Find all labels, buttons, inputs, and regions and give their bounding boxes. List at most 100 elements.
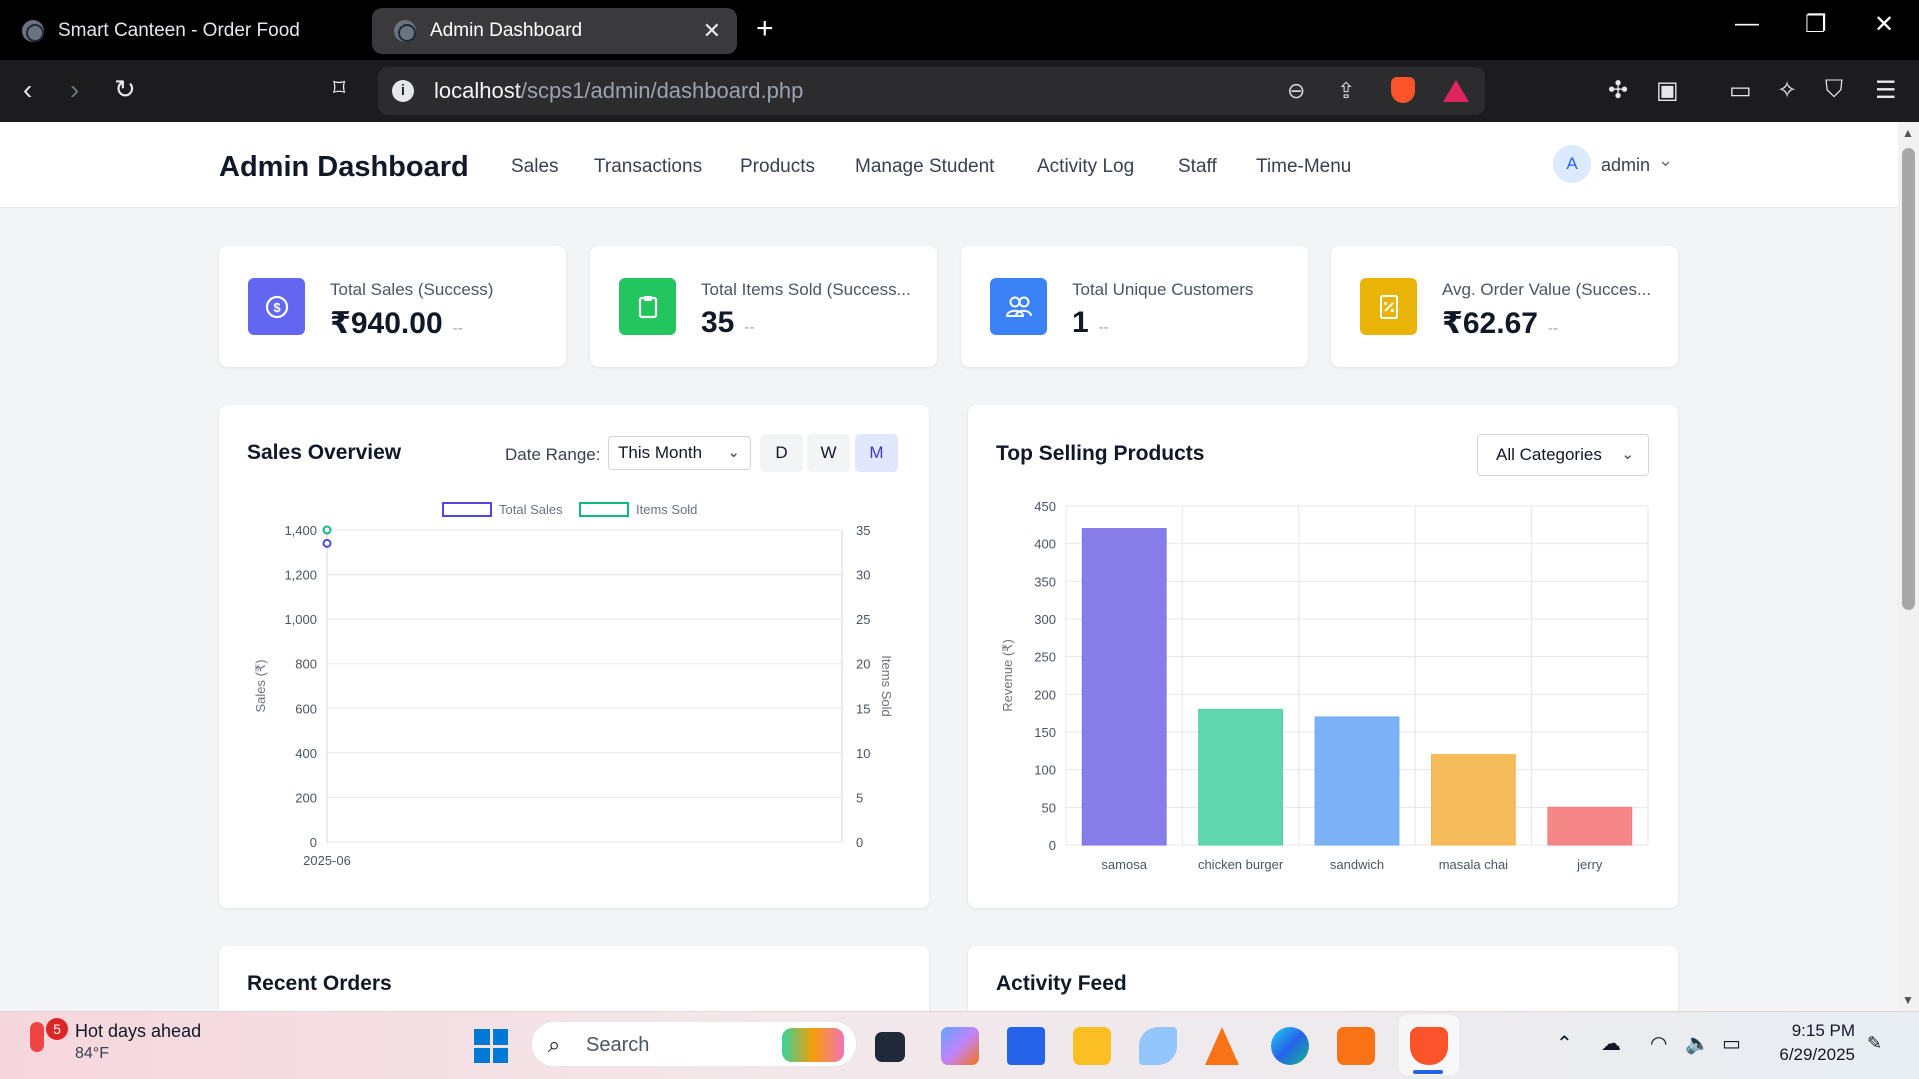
y2-tick-label: 35: [856, 523, 870, 538]
nav-transactions[interactable]: Transactions: [594, 156, 702, 178]
user-name[interactable]: admin: [1601, 155, 1650, 176]
reader-mode-icon[interactable]: ▣: [1656, 76, 1679, 105]
copilot-icon[interactable]: [941, 1027, 979, 1065]
chevron-up-icon[interactable]: ⌃: [1556, 1031, 1573, 1056]
new-tab-icon[interactable]: +: [756, 12, 774, 46]
receipt-icon: [1360, 278, 1417, 335]
back-icon[interactable]: ‹: [23, 74, 32, 106]
date-range-label: Date Range:: [505, 445, 601, 464]
nav-sales[interactable]: Sales: [511, 156, 559, 178]
page-header: Admin Dashboard Sales Transactions Produ…: [0, 122, 1898, 208]
scroll-down-icon[interactable]: ▼: [1902, 993, 1914, 1007]
taskbar-search[interactable]: ⌕ Search: [531, 1021, 857, 1067]
zoom-icon[interactable]: ⊖: [1287, 78, 1305, 104]
forward-icon[interactable]: ›: [70, 74, 79, 106]
tab-smart-canteen[interactable]: Smart Canteen - Order Food: [22, 8, 362, 54]
bookmark-icon[interactable]: ⌑: [333, 74, 345, 103]
xampp-icon[interactable]: [1337, 1027, 1375, 1065]
notification-icon[interactable]: ✎: [1867, 1033, 1882, 1054]
task-view-icon[interactable]: [875, 1032, 905, 1062]
search-placeholder: Search: [586, 1034, 650, 1056]
y-tick-label: 50: [1042, 800, 1056, 815]
avatar[interactable]: A: [1553, 145, 1591, 183]
date-range-select[interactable]: This Month ⌄: [608, 436, 751, 470]
data-point: [322, 525, 332, 535]
category-value: All Categories: [1496, 445, 1602, 464]
weather-title[interactable]: Hot days ahead: [75, 1021, 201, 1042]
vlc-icon[interactable]: [1205, 1027, 1239, 1065]
x-tick-label: chicken burger: [1198, 857, 1284, 872]
url-text[interactable]: localhost/scps1/admin/dashboard.php: [434, 78, 803, 104]
y-tick-label: 1,000: [284, 612, 317, 627]
brave-shields-icon[interactable]: [1391, 77, 1415, 103]
menu-icon[interactable]: ☰: [1875, 76, 1897, 105]
address-bar[interactable]: i localhost/scps1/admin/dashboard.php ⊖ …: [378, 67, 1485, 115]
stat-label: Total Sales (Success): [330, 280, 494, 299]
dollar-icon: $: [248, 278, 305, 335]
volume-icon[interactable]: 🔈: [1685, 1031, 1710, 1056]
x-tick-label: 2025-06: [303, 853, 351, 868]
y-tick-label: 600: [295, 701, 317, 716]
stat-card-unique-customers: Total Unique Customers 1 --: [961, 246, 1308, 367]
activity-feed-title: Activity Feed: [996, 972, 1127, 995]
wallet-icon[interactable]: ▭: [1729, 76, 1752, 105]
vpn-icon[interactable]: ⛉: [1825, 76, 1843, 104]
weather-temp[interactable]: 84°F: [75, 1045, 109, 1063]
close-tab-icon[interactable]: ✕: [703, 18, 721, 44]
nav-time-menu[interactable]: Time-Menu: [1256, 156, 1351, 178]
tab-admin-dashboard[interactable]: Admin Dashboard ✕: [372, 8, 737, 54]
site-info-icon[interactable]: i: [392, 80, 414, 102]
period-week-button[interactable]: W: [807, 434, 850, 472]
y-tick-label: 250: [1034, 650, 1056, 665]
battery-icon[interactable]: ▭: [1722, 1031, 1741, 1056]
y-tick-label: 0: [310, 835, 317, 850]
edge-icon[interactable]: [1271, 1027, 1309, 1065]
y-tick-label: 400: [1034, 537, 1056, 552]
bar-chicken-burger: [1198, 708, 1284, 846]
clock-date[interactable]: 6/29/2025: [1770, 1045, 1855, 1065]
share-icon[interactable]: ⇪: [1337, 78, 1355, 104]
date-range-value: This Month: [618, 443, 703, 462]
minimize-icon[interactable]: —: [1735, 10, 1759, 38]
x-tick-label: sandwich: [1330, 857, 1384, 872]
scrollbar-thumb[interactable]: [1902, 148, 1915, 610]
chevron-down-icon[interactable]: ⌄: [1658, 150, 1673, 171]
brave-icon[interactable]: [1410, 1027, 1448, 1065]
globe-icon: [22, 20, 44, 42]
legend-swatch: [442, 502, 492, 517]
period-day-button[interactable]: D: [760, 434, 803, 472]
y-tick-label: 1,200: [284, 568, 317, 583]
wifi-icon[interactable]: ◠: [1650, 1031, 1667, 1056]
close-window-icon[interactable]: ✕: [1874, 10, 1894, 39]
nav-staff[interactable]: Staff: [1178, 156, 1217, 178]
file-explorer-icon[interactable]: [1073, 1027, 1111, 1065]
brave-rewards-icon[interactable]: [1443, 80, 1469, 102]
weather-icon[interactable]: [30, 1022, 44, 1052]
vscode-icon[interactable]: [1007, 1027, 1045, 1065]
y2-tick-label: 0: [856, 835, 863, 850]
bar-masala-chai: [1430, 754, 1516, 846]
nav-manage-student[interactable]: Manage Student: [855, 156, 994, 178]
clock-time[interactable]: 9:15 PM: [1789, 1021, 1855, 1041]
extensions-icon[interactable]: ✣: [1608, 76, 1628, 105]
stat-label: Total Unique Customers: [1072, 280, 1254, 299]
nav-activity-log[interactable]: Activity Log: [1037, 156, 1134, 178]
data-point: [322, 538, 332, 548]
reload-icon[interactable]: ↻: [114, 74, 136, 105]
nav-products[interactable]: Products: [740, 156, 815, 178]
windows-start-icon[interactable]: [474, 1029, 508, 1063]
onedrive-icon[interactable]: ☁: [1601, 1031, 1621, 1056]
category-select[interactable]: All Categories ⌄: [1477, 434, 1649, 476]
sales-overview-title: Sales Overview: [247, 441, 402, 464]
bar-sandwich: [1314, 716, 1400, 846]
snipping-tool-icon[interactable]: [1139, 1027, 1177, 1065]
legend-label: Total Sales: [499, 502, 563, 517]
period-month-button[interactable]: M: [855, 434, 898, 472]
stat-value: 1 --: [1072, 306, 1109, 339]
leo-ai-icon[interactable]: ✧: [1777, 76, 1797, 105]
clipboard-icon: [619, 278, 676, 335]
restore-icon[interactable]: ❐: [1805, 10, 1827, 39]
scroll-up-icon[interactable]: ▲: [1902, 126, 1914, 140]
y-tick-label: 200: [1034, 687, 1056, 702]
stat-label: Total Items Sold (Success...: [701, 280, 911, 299]
